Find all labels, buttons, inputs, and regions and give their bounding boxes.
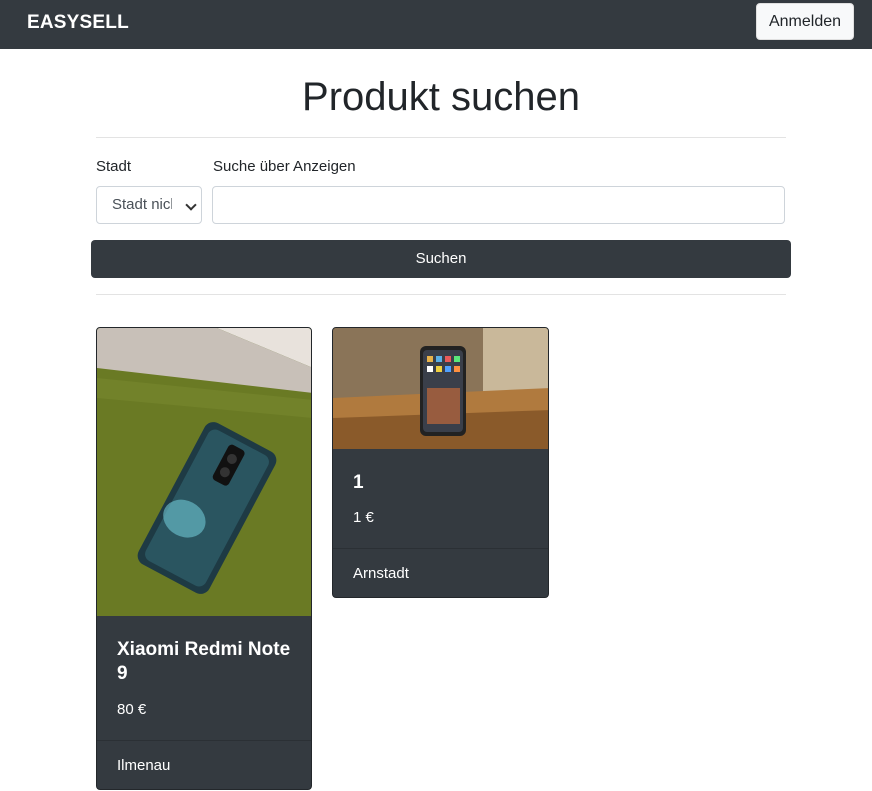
search-input[interactable] [212,186,785,224]
product-title[interactable]: 1 [353,471,364,495]
product-city: Ilmenau [97,740,311,789]
product-title[interactable]: Xiaomi Redmi Note 9 [117,638,297,686]
city-label: Stadt [96,158,132,175]
search-label: Suche über Anzeigen [213,158,356,175]
brand-logo[interactable]: EASYSELL [27,12,129,34]
chevron-down-icon [185,199,197,211]
divider-bottom [96,294,786,295]
product-price: 80 € [117,701,147,718]
navbar: EASYSELL Anmelden [0,0,872,49]
product-image[interactable] [333,328,548,449]
login-button[interactable]: Anmelden [756,3,854,40]
product-price: 1 € [353,509,374,526]
search-button[interactable]: Suchen [91,240,791,278]
product-image[interactable] [97,328,311,616]
city-select-value: Stadt nicht [112,196,172,213]
page-title: Produkt suchen [302,75,580,119]
product-card[interactable]: Xiaomi Redmi Note 9 80 € Ilmenau [96,327,312,790]
product-city: Arnstadt [333,548,548,597]
divider-top [96,137,786,138]
product-card[interactable]: 1 1 € Arnstadt [332,327,549,598]
city-select[interactable]: Stadt nicht [96,186,202,224]
